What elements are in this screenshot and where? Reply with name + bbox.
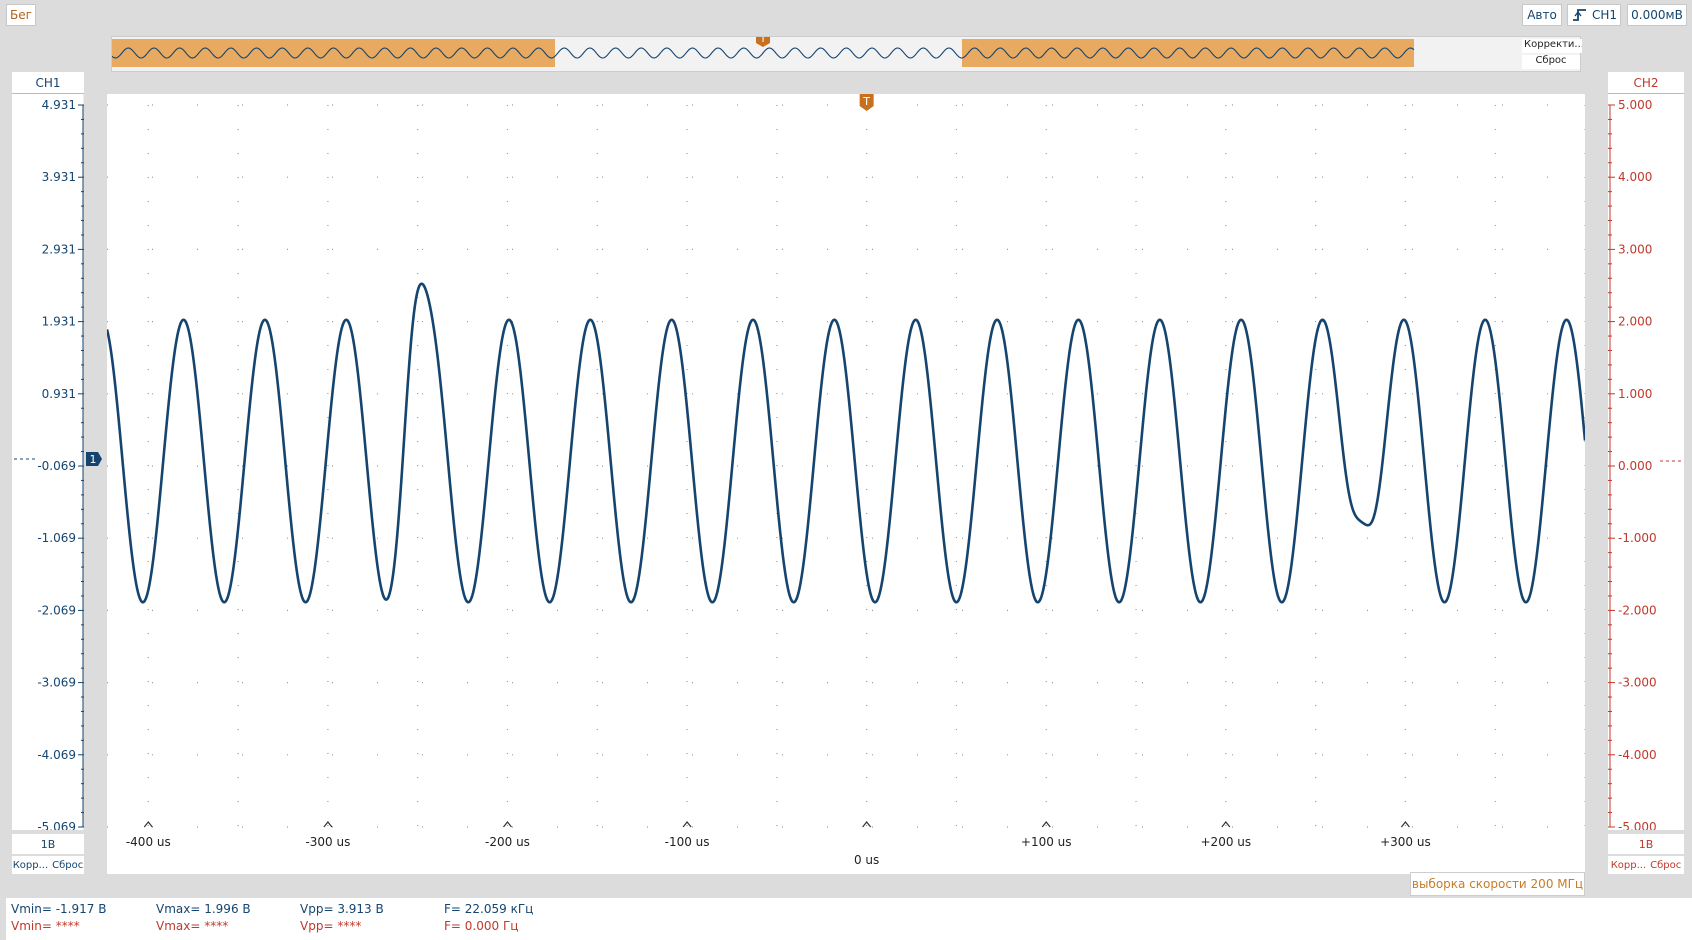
trigger-position-marker[interactable]: T <box>859 94 874 111</box>
run-label: Бег <box>10 8 32 22</box>
ch2-frequency: F= 0.000 Гц <box>444 919 519 933</box>
run-button[interactable]: Бег <box>6 4 36 26</box>
ch1-header[interactable]: CH1 <box>12 72 84 94</box>
ch2-scale-button[interactable]: 1В <box>1608 834 1684 854</box>
ch1-waveform <box>107 282 1585 604</box>
ch1-tick-label: 3.931 <box>42 170 76 184</box>
ch1-axis: 4.931 3.931 2.931 1.931 0.931 -0.069 -1.069 -2.… <box>14 94 85 834</box>
ch2-tick-label: -3.000 <box>1618 676 1657 690</box>
x-tick-mark <box>1221 821 1231 828</box>
ch2-scale-value: 1В <box>1638 837 1654 851</box>
ch1-vmax: Vmax= 1.996 В <box>156 902 251 916</box>
x-tick-label: -400 us <box>126 835 171 849</box>
ch2-correction-button[interactable]: Корр... <box>1611 860 1646 871</box>
ch2-header[interactable]: CH2 <box>1608 72 1684 94</box>
time-axis: -400 us -300 us -200 us -100 us 0 us +100 us +… <box>107 830 1585 874</box>
ch1-axis-panel[interactable]: 4.931 3.931 2.931 1.931 0.931 -0.069 -1.069 -2.… <box>12 94 85 834</box>
ch2-correction-row: Корр... Сброс <box>1608 856 1684 874</box>
overview-reset-label: Сброс <box>1535 55 1567 66</box>
ch2-vmin: Vmin= **** <box>11 919 80 933</box>
overview-trigger-label: T <box>759 37 767 45</box>
ch1-tick-label: -5.069 <box>37 820 76 830</box>
ch1-tick-label: -4.069 <box>37 748 76 762</box>
ch1-reset-button[interactable]: Сброс <box>52 860 83 871</box>
ch1-tick-label: -3.069 <box>37 676 76 690</box>
ch1-marker-label: 1 <box>90 453 97 466</box>
overview-left-shade <box>112 39 555 67</box>
waveform-canvas[interactable]: T <box>107 94 1585 830</box>
x-tick-mark <box>862 821 872 828</box>
overview-reset-button[interactable]: Сброс <box>1522 55 1580 69</box>
measurements-panel: Vmin= -1.917 В Vmax= 1.996 В Vpp= 3.913 … <box>6 898 1692 940</box>
rising-edge-icon <box>1573 9 1586 21</box>
ch1-correction-button[interactable]: Корр... <box>13 860 48 871</box>
ch2-tick-label: 4.000 <box>1618 170 1652 184</box>
ch1-name: CH1 <box>35 75 61 90</box>
ch1-offset-marker[interactable]: 1 <box>85 450 103 468</box>
plot-grid <box>107 104 1585 828</box>
ch2-axis-panel[interactable]: 5.000 4.000 3.000 2.000 1.000 0.000 -1.000 -2.0… <box>1608 94 1684 834</box>
ch2-reset-button[interactable]: Сброс <box>1650 860 1681 871</box>
x-tick-mark <box>143 821 153 828</box>
x-tick-mark <box>323 821 333 828</box>
ch2-tick-label: 3.000 <box>1618 242 1652 256</box>
trigger-source-label: CH1 <box>1592 8 1618 22</box>
ch1-tick-label: 0.931 <box>42 387 76 401</box>
waveform-overview[interactable]: T Корректи... Сброс <box>111 36 1582 73</box>
x-tick-label: +300 us <box>1380 835 1431 849</box>
x-tick-mark <box>682 821 692 828</box>
trigger-mode-button[interactable]: Авто <box>1522 4 1562 26</box>
ch1-tick-label: 4.931 <box>42 98 76 112</box>
x-tick-mark <box>1041 821 1051 828</box>
ch2-name: CH2 <box>1633 75 1659 90</box>
x-tick-label: -300 us <box>305 835 350 849</box>
waveform-plot[interactable]: T <box>107 94 1585 830</box>
time-axis-labels: -400 us -300 us -200 us -100 us 0 us +100 us +… <box>126 835 1431 867</box>
x-tick-label: +100 us <box>1021 835 1072 849</box>
ch2-axis: 5.000 4.000 3.000 2.000 1.000 0.000 -1.000 -2.0… <box>1608 98 1682 834</box>
x-tick-mark <box>1400 821 1410 828</box>
ch2-vmax: Vmax= **** <box>156 919 229 933</box>
ch1-vpp: Vpp= 3.913 В <box>300 902 384 916</box>
ch1-tick-label: 2.931 <box>42 242 76 256</box>
ch2-vpp: Vpp= **** <box>300 919 362 933</box>
ch1-vmin: Vmin= -1.917 В <box>11 902 107 916</box>
overview-correction-button[interactable]: Корректи... <box>1522 39 1582 53</box>
trigger-level-button[interactable]: 0.000мВ <box>1627 4 1687 26</box>
sample-rate-text: выборка скорости 200 МГц <box>1411 877 1584 891</box>
overview-right-shade <box>962 39 1414 67</box>
ch2-tick-label: -4.000 <box>1618 748 1657 762</box>
ch1-tick-label: -0.069 <box>37 459 76 473</box>
trigger-source-button[interactable]: CH1 <box>1567 4 1621 26</box>
x-tick-label: +200 us <box>1201 835 1252 849</box>
ch2-tick-label: 2.000 <box>1618 315 1652 329</box>
x-tick-label: -100 us <box>665 835 710 849</box>
overview-correction-label: Корректи... <box>1524 39 1582 50</box>
trigger-marker-label: T <box>862 95 870 108</box>
ch1-tick-label: -1.069 <box>37 531 76 545</box>
trigger-level-value: 0.000мВ <box>1631 8 1683 22</box>
ch1-scale-value: 1В <box>40 837 56 851</box>
ch1-correction-row: Корр... Сброс <box>12 856 84 874</box>
ch1-scale-button[interactable]: 1В <box>12 834 84 854</box>
ch2-tick-label: -2.000 <box>1618 603 1657 617</box>
overview-trigger-marker[interactable]: T <box>756 37 770 47</box>
x-tick-label: 0 us <box>854 853 879 867</box>
ch2-tick-label: 0.000 <box>1618 459 1652 473</box>
ch2-tick-label: -5.000 <box>1618 820 1657 830</box>
ch2-tick-label: -1.000 <box>1618 531 1657 545</box>
ch1-frequency: F= 22.059 кГц <box>444 902 534 916</box>
x-tick-mark <box>503 821 512 828</box>
trigger-mode-label: Авто <box>1527 8 1557 22</box>
ch2-tick-label: 5.000 <box>1618 98 1652 112</box>
ch1-tick-label: -2.069 <box>37 603 76 617</box>
x-tick-label: -200 us <box>485 835 530 849</box>
sample-rate-indicator: выборка скорости 200 МГц <box>1410 872 1585 896</box>
overview-canvas[interactable]: T <box>112 37 1582 73</box>
ch1-tick-label: 1.931 <box>42 315 76 329</box>
ch2-tick-label: 1.000 <box>1618 387 1652 401</box>
